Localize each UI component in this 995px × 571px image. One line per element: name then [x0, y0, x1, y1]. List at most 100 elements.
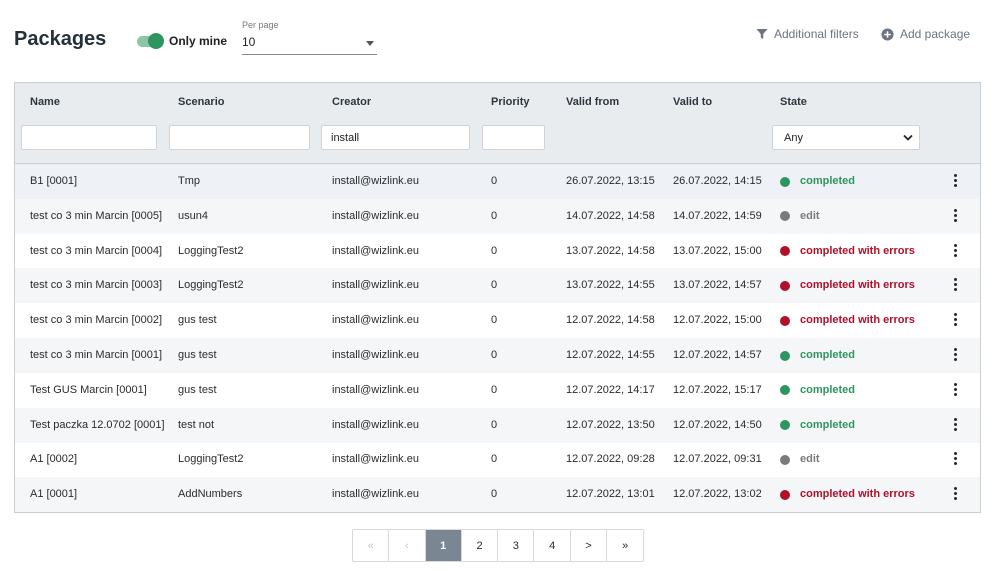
table-row[interactable]: Test paczka 12.0702 [0001] test not instal… — [15, 407, 980, 443]
status-label: edit — [800, 209, 820, 222]
valid-to-cell: 12.07.2022, 14:57 — [673, 349, 762, 361]
valid-to-cell: 12.07.2022, 14:50 — [673, 418, 762, 431]
row-menu-kebab-icon[interactable] — [949, 486, 963, 502]
filter-icon — [756, 29, 768, 39]
row-menu-kebab-icon[interactable] — [949, 347, 963, 363]
status-label: completed — [800, 383, 856, 396]
package-name-cell: Test GUS Marcin [0001] — [30, 383, 147, 396]
plus-circle-icon — [881, 28, 894, 40]
package-name-cell: test co 3 min Marcin [0001] — [30, 349, 163, 361]
status-dot-icon — [780, 385, 790, 396]
per-page-label: Per page — [242, 20, 279, 30]
state-filter-value: Any — [784, 132, 803, 144]
next-page-button[interactable]: > — [570, 530, 608, 561]
table-row[interactable]: Test GUS Marcin [0001] gus test install@wi… — [15, 373, 980, 408]
table-row[interactable]: B1 [0001] Tmp install@wizlink.eu 0 26.07.202… — [15, 164, 980, 199]
status-dot-icon — [780, 454, 790, 465]
column-header-state[interactable]: State — [780, 96, 807, 108]
valid-to-cell: 12.07.2022, 15:17 — [673, 383, 762, 396]
page-3-button[interactable]: 3 — [498, 530, 535, 561]
valid-to-cell: 12.07.2022, 09:31 — [673, 453, 762, 466]
priority-cell: 0 — [491, 418, 498, 431]
last-page-button[interactable]: » — [607, 530, 644, 561]
status-label: completed — [800, 175, 856, 187]
first-page-button[interactable]: « — [353, 530, 390, 561]
add-package-button[interactable]: Add package — [881, 27, 970, 41]
priority-cell: 0 — [491, 383, 498, 396]
state-cell: completed — [780, 338, 950, 373]
state-cell: completed — [780, 373, 950, 408]
column-header-valid-from[interactable]: Valid from — [566, 96, 619, 108]
row-menu-kebab-icon[interactable] — [949, 312, 963, 328]
table-header: Name Scenario Creator Priority Valid fro… — [15, 83, 980, 164]
status-dot-icon — [780, 350, 790, 361]
state-filter-select[interactable]: Any — [772, 125, 920, 150]
package-name-cell: B1 [0001] — [30, 175, 78, 187]
package-name-cell: A1 [0001] — [30, 488, 78, 501]
valid-to-cell: 13.07.2022, 15:00 — [673, 244, 762, 257]
scenario-cell: AddNumbers — [178, 488, 243, 501]
priority-filter-input[interactable] — [482, 125, 545, 150]
valid-from-cell: 12.07.2022, 14:55 — [566, 349, 655, 361]
state-cell: completed with errors — [780, 268, 950, 303]
valid-from-cell: 26.07.2022, 13:15 — [566, 175, 655, 187]
name-filter-input[interactable] — [21, 125, 157, 150]
state-cell: completed with errors — [780, 234, 950, 269]
status-dot-icon — [780, 176, 790, 187]
creator-filter-input[interactable] — [321, 125, 470, 150]
scenario-cell: LoggingTest2 — [178, 244, 244, 257]
scenario-filter-input[interactable] — [169, 125, 310, 150]
scenario-cell: gus test — [178, 383, 217, 396]
table-row[interactable]: test co 3 min Marcin [0004] LoggingTest2 i… — [15, 234, 980, 269]
scenario-cell: gus test — [178, 349, 217, 361]
only-mine-toggle[interactable] — [137, 33, 164, 49]
scenario-cell: test not — [178, 418, 215, 431]
page-4-button[interactable]: 4 — [534, 530, 571, 561]
column-header-scenario[interactable]: Scenario — [178, 96, 224, 108]
status-label: completed with errors — [800, 279, 915, 292]
page-1-button[interactable]: 1 — [425, 530, 462, 561]
row-menu-kebab-icon[interactable] — [949, 173, 963, 189]
status-dot-icon — [780, 211, 790, 222]
priority-cell: 0 — [491, 244, 498, 257]
table-row[interactable]: test co 3 min Marcin [0001] gus test insta… — [15, 338, 980, 373]
status-label: completed — [800, 418, 856, 431]
pagination: «‹ 1 2 3 4 >» — [352, 529, 645, 562]
table-row[interactable]: A1 [0001] AddNumbers install@wizlink.eu 0 12… — [15, 477, 980, 513]
row-menu-kebab-icon[interactable] — [949, 208, 963, 224]
toggle-knob — [148, 33, 164, 49]
creator-cell: install@wizlink.eu — [332, 488, 419, 501]
row-menu-kebab-icon[interactable] — [949, 243, 963, 259]
row-menu-kebab-icon[interactable] — [949, 382, 963, 398]
priority-cell: 0 — [491, 175, 498, 187]
status-dot-icon — [780, 246, 790, 257]
table-row[interactable]: test co 3 min Marcin [0003] LoggingTest2 i… — [15, 268, 980, 304]
status-label: completed with errors — [800, 488, 915, 501]
column-header-creator[interactable]: Creator — [332, 96, 371, 108]
page-title: Packages — [14, 28, 107, 50]
status-label: completed with errors — [800, 244, 915, 257]
table-row[interactable]: test co 3 min Marcin [0005] usun4 install@… — [15, 198, 980, 234]
table-row[interactable]: test co 3 min Marcin [0002] gus test insta… — [15, 303, 980, 338]
row-menu-kebab-icon[interactable] — [949, 451, 963, 467]
status-dot-icon — [780, 420, 790, 431]
additional-filters-button[interactable]: Additional filters — [756, 27, 859, 41]
table-row[interactable]: A1 [0002] LoggingTest2 install@wizlink.eu 0… — [15, 442, 980, 477]
row-menu-kebab-icon[interactable] — [949, 277, 963, 293]
row-menu-kebab-icon[interactable] — [949, 417, 963, 433]
status-dot-icon — [780, 489, 790, 500]
status-dot-icon — [780, 315, 790, 326]
page-2-button[interactable]: 2 — [461, 530, 499, 561]
valid-to-cell: 13.07.2022, 14:57 — [673, 279, 762, 292]
status-label: completed — [800, 349, 856, 361]
package-name-cell: test co 3 min Marcin [0005] — [30, 209, 163, 222]
column-header-priority[interactable]: Priority — [491, 96, 530, 108]
priority-cell: 0 — [491, 453, 498, 466]
scenario-cell: Tmp — [178, 175, 200, 187]
valid-to-cell: 14.07.2022, 14:59 — [673, 209, 762, 222]
valid-to-cell: 26.07.2022, 14:15 — [673, 175, 762, 187]
per-page-select[interactable]: 10 — [242, 32, 377, 55]
column-header-name[interactable]: Name — [30, 96, 60, 108]
column-header-valid-to[interactable]: Valid to — [673, 96, 712, 108]
prev-page-button[interactable]: ‹ — [389, 530, 426, 561]
